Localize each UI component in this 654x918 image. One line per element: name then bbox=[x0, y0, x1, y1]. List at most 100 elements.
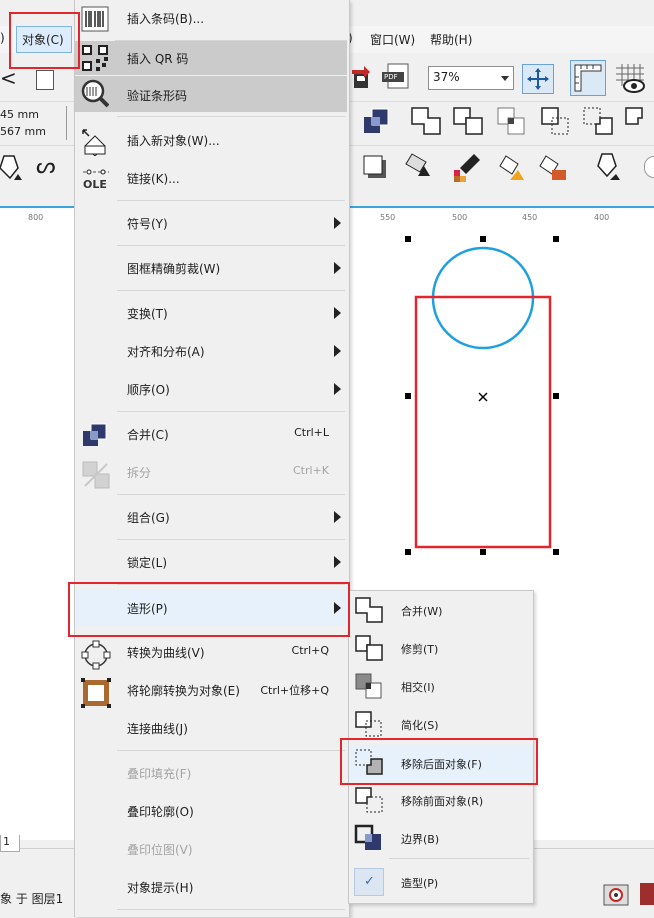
submenu-item-label: 造型(P) bbox=[401, 877, 439, 890]
outline-pen-icon[interactable] bbox=[594, 150, 622, 184]
menu-item-powerclip[interactable]: 图框精确剪裁(W) bbox=[75, 253, 347, 283]
zoom-level-select[interactable]: 37% bbox=[428, 66, 514, 90]
menu-item-join-curves[interactable]: 连接曲线(J) bbox=[75, 713, 347, 743]
menu-item-combine[interactable]: 合并(C) Ctrl+L bbox=[75, 419, 347, 449]
camera-icon[interactable] bbox=[602, 881, 630, 907]
ruler-tick-label: 450 bbox=[522, 213, 538, 222]
back-arrow-icon[interactable]: < bbox=[0, 66, 17, 90]
menu-item-label: 拆分 bbox=[127, 466, 152, 480]
trim-icon[interactable] bbox=[452, 106, 484, 136]
eyedropper-tool-icon[interactable] bbox=[450, 150, 486, 184]
menu-item-symbol[interactable]: 符号(Y) bbox=[75, 208, 347, 238]
menu-separator bbox=[117, 200, 345, 201]
curve-tool-icon[interactable]: ᔕ bbox=[36, 154, 56, 179]
submenu-item-simplify[interactable]: 简化(S) bbox=[349, 707, 533, 741]
submenu-item-label: 合并(W) bbox=[401, 605, 443, 618]
menu-item-label: 插入条码(B)... bbox=[127, 12, 205, 26]
menu-item-label: 对齐和分布(A) bbox=[127, 345, 205, 359]
menu-item-label: 插入新对象(W)... bbox=[127, 134, 220, 148]
menu-item-break-apart: 拆分 Ctrl+K bbox=[75, 457, 347, 489]
submenu-arrow-icon bbox=[334, 217, 341, 229]
import-icon[interactable] bbox=[350, 64, 372, 90]
simplify-icon[interactable] bbox=[540, 106, 572, 136]
help-menu[interactable]: 帮助(H) bbox=[430, 31, 472, 48]
menu-item-label: 叠印轮廓(O) bbox=[127, 805, 194, 819]
menu-item-label: 合并(C) bbox=[127, 428, 169, 442]
menu-item-label: 叠印填充(F) bbox=[127, 767, 192, 781]
paint-bucket-icon[interactable] bbox=[498, 150, 532, 184]
page-tab-label: 1 bbox=[3, 835, 10, 848]
ruler-tick-label: 550 bbox=[380, 213, 396, 222]
menu-separator bbox=[117, 290, 345, 291]
submenu-item-weld[interactable]: 合并(W) bbox=[349, 593, 533, 627]
pdf-label: PDF bbox=[384, 73, 398, 81]
back-minus-front-icon[interactable] bbox=[582, 106, 614, 136]
full-screen-icon[interactable] bbox=[522, 64, 554, 94]
submenu-item-label: 移除前面对象(R) bbox=[401, 795, 484, 808]
magnifier-icon bbox=[81, 79, 110, 108]
menu-item-label: 链接(K)... bbox=[127, 172, 180, 186]
menu-item-links[interactable]: OLE 链接(K)... bbox=[75, 163, 347, 193]
submenu-item-front-minus-back[interactable]: 移除前面对象(R) bbox=[349, 783, 533, 817]
menu-item-label: 顺序(O) bbox=[127, 383, 170, 397]
weld-icon[interactable] bbox=[410, 106, 442, 136]
menu-separator bbox=[117, 494, 345, 495]
check-mark: ✓ bbox=[364, 874, 375, 889]
submenu-item-intersect[interactable]: 相交(I) bbox=[349, 669, 533, 703]
color-swatch-icon[interactable] bbox=[640, 883, 654, 905]
submenu-arrow-icon bbox=[334, 345, 341, 357]
submenu-item-label: 相交(I) bbox=[401, 681, 435, 694]
insert-object-icon bbox=[81, 128, 109, 157]
page-tab[interactable]: 1 bbox=[0, 835, 20, 852]
barcode-icon bbox=[81, 6, 109, 32]
menu-item-label: 连接曲线(J) bbox=[127, 722, 188, 736]
menu-fragment: ) bbox=[0, 31, 5, 45]
document-icon[interactable] bbox=[36, 70, 54, 90]
submenu-arrow-icon bbox=[334, 307, 341, 319]
submenu-item-shaping-docker[interactable]: ✓ 造型(P) bbox=[349, 865, 533, 899]
menu-item-order[interactable]: 顺序(O) bbox=[75, 374, 347, 404]
menu-item-convert-to-curves[interactable]: 转换为曲线(V) Ctrl+Q bbox=[75, 637, 347, 670]
menu-item-insert-new-object[interactable]: 插入新对象(W)... bbox=[75, 125, 347, 157]
weld-icon bbox=[354, 596, 384, 624]
submenu-item-trim[interactable]: 修剪(T) bbox=[349, 631, 533, 665]
submenu-item-label: 边界(B) bbox=[401, 833, 440, 846]
menu-item-outline-to-object[interactable]: 将轮廓转换为对象(E) Ctrl+位移+Q bbox=[75, 675, 347, 708]
pen-tool-icon[interactable] bbox=[0, 152, 24, 182]
combine-icon[interactable] bbox=[362, 107, 390, 135]
front-minus-back-icon[interactable] bbox=[624, 106, 654, 136]
menu-item-label: 转换为曲线(V) bbox=[127, 646, 205, 660]
ruler-toggle-icon[interactable] bbox=[570, 60, 606, 96]
smart-fill-icon[interactable] bbox=[538, 150, 572, 184]
menu-item-object-hints[interactable]: 对象提示(H) bbox=[75, 872, 347, 902]
grid-icon[interactable] bbox=[614, 62, 648, 94]
menu-item-overprint-fill: 叠印填充(F) bbox=[75, 758, 347, 788]
break-apart-icon bbox=[81, 460, 110, 489]
shadow-tool-icon[interactable] bbox=[362, 154, 390, 182]
window-menu[interactable]: 窗口(W) bbox=[370, 31, 415, 48]
highlight-object-menu bbox=[9, 12, 80, 69]
submenu-item-label: 修剪(T) bbox=[401, 643, 439, 656]
submenu-arrow-icon bbox=[334, 511, 341, 523]
fill-tool-icon[interactable] bbox=[404, 150, 438, 184]
highlight-back-minus-front bbox=[340, 738, 538, 785]
pdf-export-icon[interactable]: PDF bbox=[380, 62, 414, 92]
intersect-icon[interactable] bbox=[496, 106, 528, 136]
menu-item-overprint-outline[interactable]: 叠印轮廓(O) bbox=[75, 796, 347, 826]
menu-item-insert-barcode[interactable]: 插入条码(B)... bbox=[75, 3, 347, 33]
menu-item-validate-barcode[interactable]: 验证条形码 bbox=[75, 76, 347, 112]
menu-item-align-distribute[interactable]: 对齐和分布(A) bbox=[75, 336, 347, 366]
width-value[interactable]: 45 mm bbox=[0, 108, 39, 121]
menu-item-lock[interactable]: 锁定(L) bbox=[75, 547, 347, 577]
simplify-icon bbox=[354, 710, 384, 738]
layer-status-text: 象 于 图层1 bbox=[0, 892, 64, 906]
menu-item-insert-qr-code[interactable]: 插入 QR 码 bbox=[75, 41, 347, 75]
height-value[interactable]: 567 mm bbox=[0, 125, 46, 138]
menu-item-transform[interactable]: 变换(T) bbox=[75, 298, 347, 328]
combine-icon bbox=[81, 422, 109, 448]
svg-text:OLE: OLE bbox=[83, 178, 107, 191]
menu-item-label: 变换(T) bbox=[127, 307, 168, 321]
menu-item-group[interactable]: 组合(G) bbox=[75, 502, 347, 532]
property-divider bbox=[66, 106, 67, 140]
submenu-item-boundary[interactable]: 边界(B) bbox=[349, 821, 533, 855]
